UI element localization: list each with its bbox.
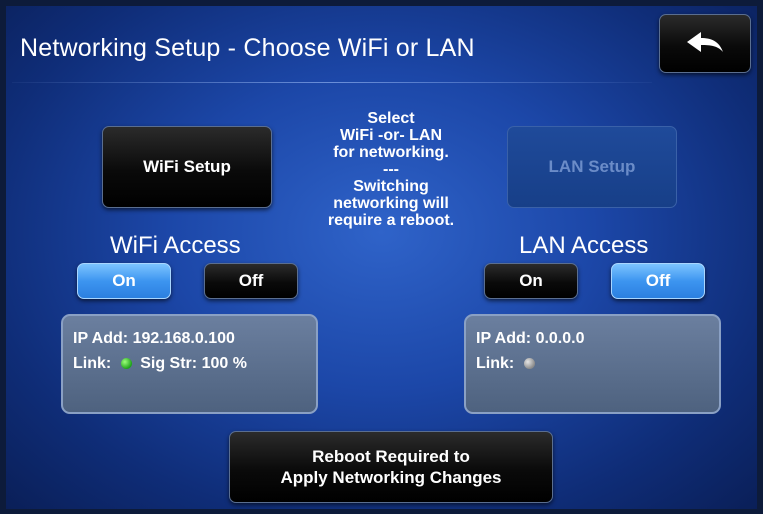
wifi-status-box: IP Add: 192.168.0.100 Link: Sig Str: 100…	[61, 314, 318, 414]
back-button[interactable]	[659, 14, 751, 73]
wifi-access-title: WiFi Access	[110, 232, 241, 259]
wifi-link-row: Link: Sig Str: 100 %	[73, 351, 316, 376]
wifi-ip-value: 192.168.0.100	[132, 330, 235, 347]
wifi-ip-label: IP Add:	[73, 330, 129, 347]
lan-off-button[interactable]: Off	[611, 263, 705, 299]
lan-setup-button[interactable]: LAN Setup	[507, 126, 677, 208]
wifi-ip-row: IP Add: 192.168.0.100	[73, 326, 316, 351]
lan-link-row: Link:	[476, 351, 719, 376]
lan-link-indicator-icon	[524, 358, 536, 369]
wifi-link-indicator-icon	[121, 358, 133, 369]
wifi-setup-button[interactable]: WiFi Setup	[102, 126, 272, 208]
back-arrow-icon	[687, 31, 723, 52]
wifi-off-button[interactable]: Off	[204, 263, 298, 299]
lan-ip-row: IP Add: 0.0.0.0	[476, 326, 719, 351]
wifi-link-label: Link:	[73, 355, 112, 372]
page-title: Networking Setup - Choose WiFi or LAN	[20, 34, 475, 62]
wifi-signal-value: 100 %	[201, 355, 247, 372]
lan-access-title: LAN Access	[519, 232, 649, 259]
lan-link-label: Link:	[476, 355, 515, 372]
wifi-on-button[interactable]: On	[77, 263, 171, 299]
lan-ip-value: 0.0.0.0	[535, 330, 585, 347]
networking-instructions: Select WiFi -or- LAN for networking. ---…	[327, 110, 455, 229]
wifi-signal-label: Sig Str:	[140, 355, 198, 372]
reboot-button[interactable]: Reboot Required to Apply Networking Chan…	[229, 431, 553, 503]
lan-status-box: IP Add: 0.0.0.0 Link:	[464, 314, 721, 414]
networking-setup-panel: Networking Setup - Choose WiFi or LAN Wi…	[6, 6, 757, 509]
header-divider	[12, 82, 652, 83]
lan-on-button[interactable]: On	[484, 263, 578, 299]
lan-ip-label: IP Add:	[476, 330, 532, 347]
